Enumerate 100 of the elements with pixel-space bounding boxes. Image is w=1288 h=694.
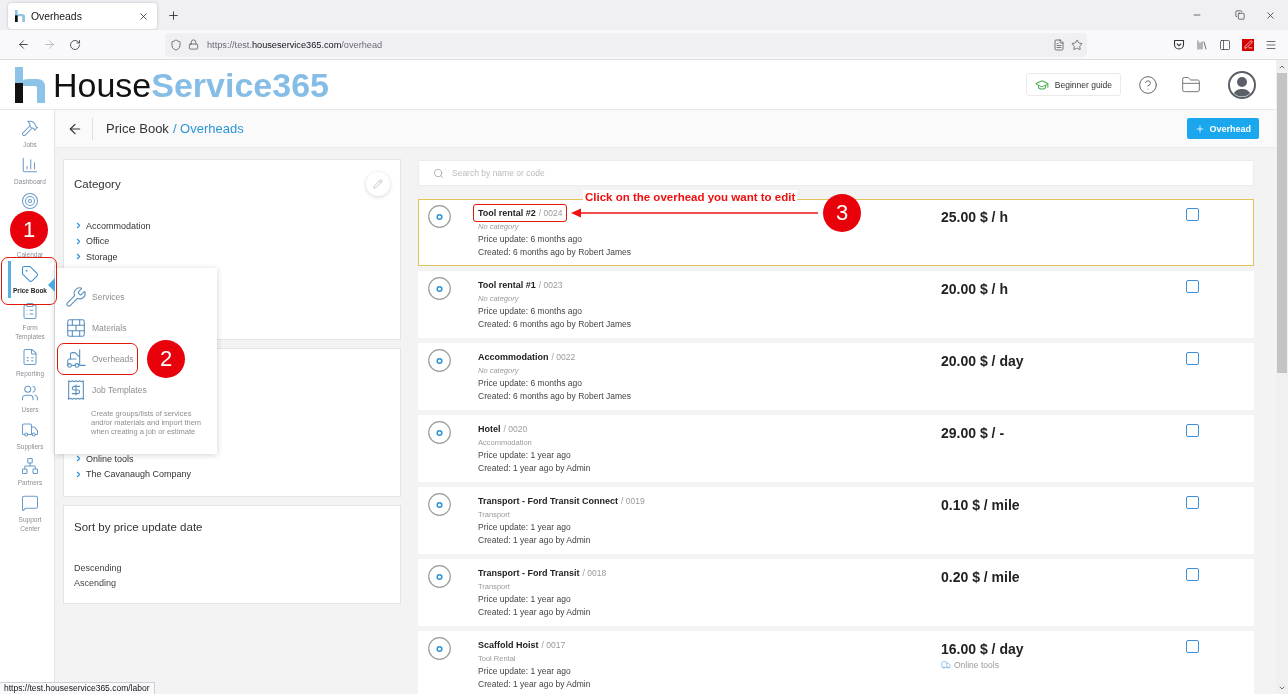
receipt-icon <box>65 378 87 401</box>
checkbox[interactable] <box>1186 496 1199 509</box>
price-update-text: Price update: 1 year ago <box>478 449 571 462</box>
price-text: 0.20 $ / mile <box>941 568 1020 586</box>
spreadsheet-icon <box>21 347 39 366</box>
shield-icon[interactable] <box>170 38 182 51</box>
avatar-icon[interactable] <box>1228 70 1256 99</box>
menu-item[interactable]: Job Templates <box>59 376 147 403</box>
created-text: Created: 6 months ago by Robert James <box>478 318 632 331</box>
breadcrumb-link[interactable]: Price Book <box>106 121 169 136</box>
speech-bubble-icon <box>21 493 39 512</box>
item-name: Tool rental #1 <box>478 280 536 290</box>
item-name: Transport - Ford Transit <box>478 568 580 578</box>
reload-icon[interactable] <box>69 38 81 51</box>
ring-icon <box>428 565 451 588</box>
folder-icon[interactable] <box>1181 74 1201 95</box>
logo-text: HouseService365 <box>53 67 329 102</box>
breadcrumb-current: / Overheads <box>172 121 244 136</box>
brick-wall-icon <box>65 316 87 339</box>
wrench-icon <box>65 285 87 308</box>
menu-item[interactable]: Services <box>59 283 125 310</box>
category-item[interactable]: Office <box>74 233 110 249</box>
price-text: 16.00 $ / day <box>941 640 1024 658</box>
lock-icon[interactable] <box>188 39 199 50</box>
price-update-text: Price update: 6 months ago <box>478 233 582 246</box>
card-title: Sort by price update date <box>74 520 204 535</box>
item-code: / 0022 <box>551 352 576 362</box>
checkbox[interactable] <box>1186 640 1199 653</box>
filter-item[interactable]: Online tools <box>74 451 134 467</box>
help-icon[interactable] <box>1138 74 1158 95</box>
step-badge: 1 <box>10 211 48 249</box>
sort-option[interactable]: Descending <box>74 561 122 576</box>
close-icon[interactable] <box>138 10 149 22</box>
search-input[interactable]: Search by name or code <box>452 163 1253 183</box>
menu-item[interactable]: Materials <box>59 314 127 341</box>
menu-icon[interactable] <box>1265 38 1277 51</box>
checkbox[interactable] <box>1186 280 1199 293</box>
status-url: https://test.houseservice365.com/labor <box>0 682 155 694</box>
item-name: Hotel <box>478 424 501 434</box>
item-name: Scaffold Hoist <box>478 640 539 650</box>
shield-chevron-icon[interactable] <box>1173 38 1185 51</box>
item-name: Transport - Ford Transit Connect <box>478 496 618 506</box>
back-arrow-icon[interactable] <box>17 38 30 51</box>
price-update-text: Price update: 1 year ago <box>478 521 571 534</box>
category-item[interactable]: Storage <box>74 249 118 265</box>
category-item[interactable]: Accommodation <box>74 218 151 234</box>
sort-option[interactable]: Ascending <box>74 576 117 591</box>
price-update-text: Price update: 1 year ago <box>478 665 571 678</box>
checkbox[interactable] <box>1186 568 1199 581</box>
document-icon[interactable] <box>1053 38 1065 51</box>
card-title: Category <box>74 178 121 190</box>
close-icon[interactable] <box>1265 9 1276 21</box>
menu-item[interactable]: Overheads <box>59 345 134 372</box>
clipboard-icon <box>21 301 39 320</box>
browser-tab[interactable]: Overheads <box>8 3 157 29</box>
scrollbar-thumb[interactable] <box>1277 73 1287 373</box>
plus-icon <box>1195 123 1206 134</box>
price-update-text: Price update: 1 year ago <box>478 593 571 606</box>
restore-icon[interactable] <box>1235 10 1245 20</box>
item-code: / 0020 <box>503 424 528 434</box>
checkbox[interactable] <box>1186 208 1199 221</box>
truck-icon <box>941 660 951 670</box>
created-text: Created: 1 year ago by Admin <box>478 462 591 475</box>
target-icon <box>21 192 39 210</box>
library-icon[interactable] <box>1196 38 1208 51</box>
checkbox[interactable] <box>1186 352 1199 365</box>
item-code: / 0018 <box>582 568 607 578</box>
created-text: Created: 1 year ago by Admin <box>478 606 591 619</box>
search-icon <box>433 167 444 179</box>
beginner-guide-button[interactable]: Beginner guide <box>1025 73 1121 96</box>
sidebar-icon[interactable] <box>1219 38 1231 51</box>
price-tag-icon <box>21 265 39 283</box>
step-badge: 2 <box>147 339 185 378</box>
address-field[interactable]: https://test.houseservice365.com/overhead <box>165 32 1087 57</box>
users-icon <box>21 384 39 402</box>
scroll-down-icon[interactable] <box>1278 684 1286 692</box>
price-text: 0.10 $ / mile <box>941 496 1020 514</box>
favicon-icon <box>15 10 25 22</box>
price-text: 29.00 $ / - <box>941 424 1005 442</box>
created-text: Created: 6 months ago by Robert James <box>478 390 632 403</box>
item-code: / 0019 <box>621 496 645 506</box>
ring-icon <box>428 493 451 516</box>
price-update-text: Price update: 6 months ago <box>478 377 582 390</box>
ring-icon <box>428 349 451 372</box>
item-name: Tool rental #2 <box>478 208 536 218</box>
pen-icon[interactable] <box>1242 38 1254 51</box>
logo-icon <box>15 66 45 103</box>
plus-icon[interactable] <box>167 9 180 22</box>
bar-chart-icon <box>21 155 39 174</box>
price-text: 25.00 $ / h <box>941 208 1008 226</box>
ring-icon <box>428 421 451 444</box>
item-name: Accommodation <box>478 352 549 362</box>
filter-item[interactable]: The Cavanaugh Company <box>74 466 192 482</box>
checkbox[interactable] <box>1186 424 1199 437</box>
supplier-text: Online tools <box>941 660 999 670</box>
star-icon[interactable] <box>1071 38 1083 51</box>
scroll-up-icon[interactable] <box>1278 63 1286 71</box>
price-text: 20.00 $ / h <box>941 280 1008 298</box>
search-field[interactable]: Search by name or code <box>418 160 1254 186</box>
truck-icon <box>21 420 39 439</box>
